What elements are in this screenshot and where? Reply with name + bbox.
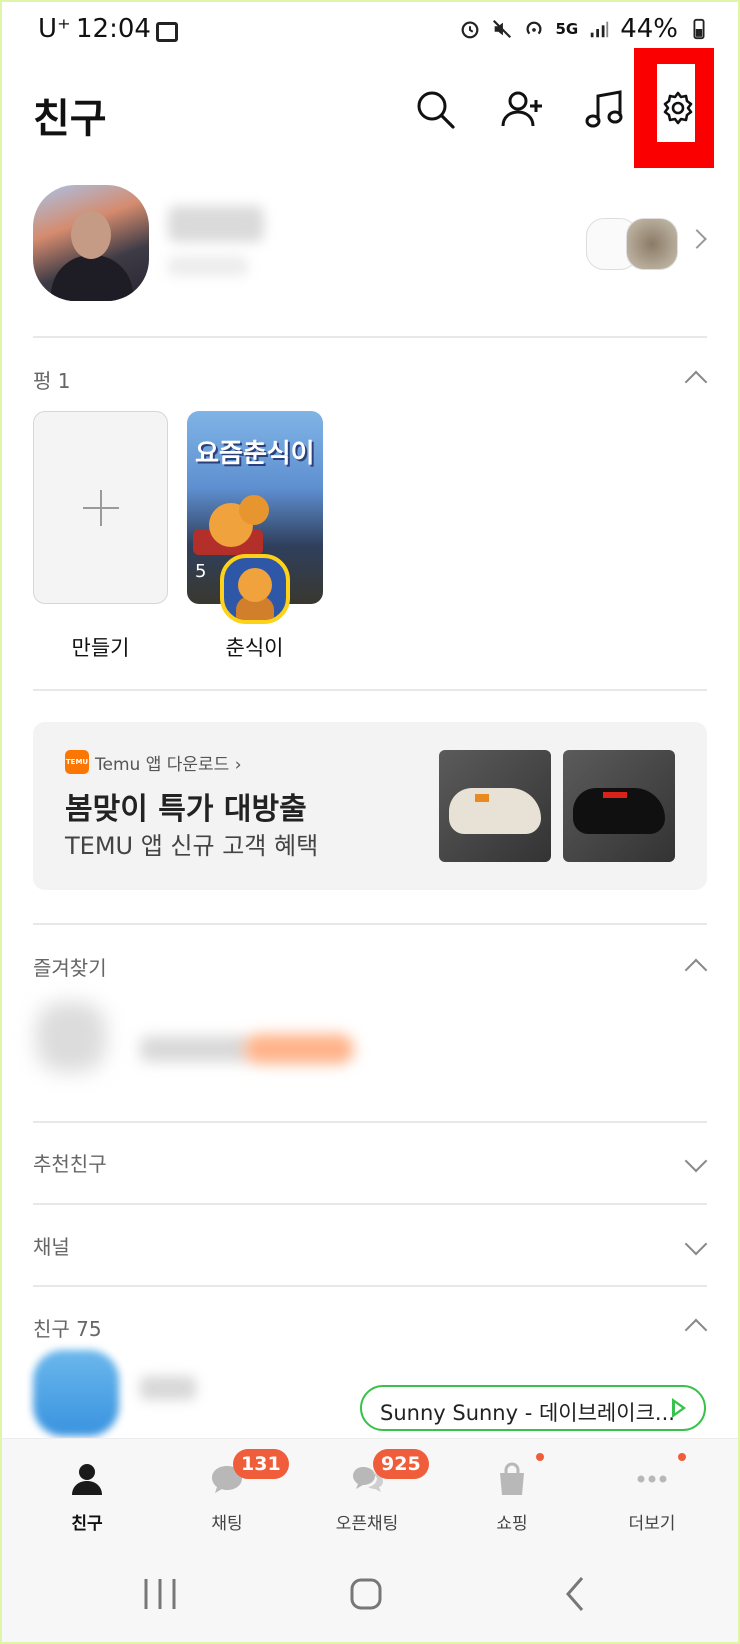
mute-icon [493, 19, 512, 39]
add-friend-icon[interactable] [500, 88, 544, 132]
music-now-playing-chip[interactable]: Sunny Sunny - 데이브레이크... [360, 1385, 706, 1431]
ad-product-image-white-clog[interactable] [439, 750, 551, 862]
chats-unread-badge: 131 [233, 1449, 289, 1479]
more-new-dot [678, 1453, 686, 1461]
avatar-body [51, 255, 133, 301]
tab-label: 쇼핑 [496, 1514, 528, 1534]
story-owner-avatar[interactable] [220, 554, 290, 624]
carrier-label: U⁺ [38, 14, 71, 44]
friend-avatar-blurred[interactable] [33, 1350, 119, 1436]
story-owner-name: 춘식이 [225, 636, 284, 660]
tab-label: 더보기 [628, 1514, 676, 1534]
back-icon[interactable] [526, 1544, 626, 1644]
tab-chats[interactable]: 131 채팅 [167, 1439, 289, 1545]
tab-open-chat[interactable]: 925 오픈채팅 [307, 1439, 429, 1545]
story-count: 5 [195, 561, 207, 582]
pang-section-label: 펑 1 [33, 369, 71, 393]
recommended-section-label[interactable]: 추천친구 [33, 1148, 107, 1177]
person-icon [72, 1464, 102, 1495]
favorites-section-label: 즐겨찾기 [33, 956, 107, 980]
tab-label: 채팅 [211, 1514, 243, 1534]
recent-apps-icon[interactable] [110, 1544, 210, 1644]
collapse-chevron-icon[interactable] [684, 958, 708, 982]
battery-percent: 44% [620, 14, 678, 44]
favorite-friend-name-blurred[interactable] [140, 1036, 250, 1062]
temu-logo: TEMU [65, 750, 89, 774]
search-icon[interactable] [414, 88, 458, 132]
my-profile-name-blurred[interactable] [168, 206, 264, 242]
divider [33, 336, 707, 338]
create-pang-button[interactable] [33, 411, 168, 604]
favorite-friend-avatar-blurred[interactable] [36, 1002, 106, 1072]
clog-strap-art [603, 792, 627, 798]
channels-section-label[interactable]: 채널 [33, 1231, 70, 1260]
ad-headline: 봄맞이 특가 대방출 [65, 792, 307, 827]
bottom-tab-bar: 친구 131 채팅 925 오픈채팅 쇼핑 더보기 [0, 1438, 740, 1545]
hotspot-icon [527, 21, 542, 35]
music-track-text: Sunny Sunny - 데이브레이크... [380, 1401, 675, 1425]
expand-chevron-icon[interactable] [684, 1149, 708, 1173]
my-profile-status-blurred [168, 256, 248, 276]
battery-icon [693, 18, 705, 40]
alarm-icon [462, 21, 479, 39]
shopping-bag-icon [500, 1462, 524, 1495]
profile-decoration-thumb-2[interactable] [626, 218, 678, 270]
play-icon-inner [675, 1403, 682, 1413]
status-bar: U⁺ 12:04 5G 44% [0, 0, 740, 66]
ad-subline: TEMU 앱 신규 고객 혜택 [65, 832, 319, 860]
clock: 12:04 [76, 14, 151, 44]
more-icon [637, 1475, 667, 1483]
ad-product-image-black-clog[interactable] [563, 750, 675, 862]
friends-section-label: 친구 75 [33, 1317, 102, 1341]
ad-banner[interactable]: TEMU Temu 앱 다운로드 › 봄맞이 특가 대방출 TEMU 앱 신규 … [33, 722, 707, 890]
my-profile-avatar[interactable] [33, 185, 149, 301]
shopping-new-dot [536, 1453, 544, 1461]
system-navigation-bar [0, 1544, 740, 1644]
divider [33, 923, 707, 925]
expand-chevron-icon[interactable] [684, 1232, 708, 1256]
friend-name-blurred[interactable] [140, 1376, 196, 1400]
favorite-friend-status-blurred [244, 1034, 354, 1064]
tab-label: 친구 [71, 1514, 103, 1534]
settings-icon[interactable] [660, 90, 696, 126]
divider [33, 1285, 707, 1287]
collapse-chevron-icon[interactable] [684, 1318, 708, 1342]
open-chat-unread-badge: 925 [373, 1449, 429, 1479]
network-type: 5G [555, 20, 579, 38]
tab-friends[interactable]: 친구 [27, 1439, 147, 1545]
avatar-face [71, 211, 111, 259]
tab-shopping[interactable]: 쇼핑 [452, 1439, 572, 1545]
ad-brand-line[interactable]: Temu 앱 다운로드 › [95, 750, 242, 775]
home-icon[interactable] [316, 1544, 416, 1644]
chevron-right-icon[interactable] [687, 229, 707, 249]
divider [33, 1121, 707, 1123]
collapse-chevron-icon[interactable] [684, 370, 708, 394]
tab-label: 오픈채팅 [335, 1514, 399, 1534]
plus-icon-bar [83, 507, 119, 509]
divider [33, 689, 707, 691]
avatar-face [238, 568, 272, 602]
white-clog-art [449, 788, 541, 834]
story-cover-title: 요즘춘식이 [195, 439, 315, 469]
clog-strap-art [475, 794, 489, 802]
divider [33, 1203, 707, 1205]
music-icon[interactable] [584, 88, 628, 132]
tab-more[interactable]: 더보기 [592, 1439, 712, 1545]
story-character-art-2 [239, 495, 269, 525]
page-title: 친구 [33, 96, 107, 142]
gallery-notification-icon [156, 22, 178, 42]
create-pang-label: 만들기 [71, 636, 130, 660]
signal-icon [590, 21, 609, 38]
